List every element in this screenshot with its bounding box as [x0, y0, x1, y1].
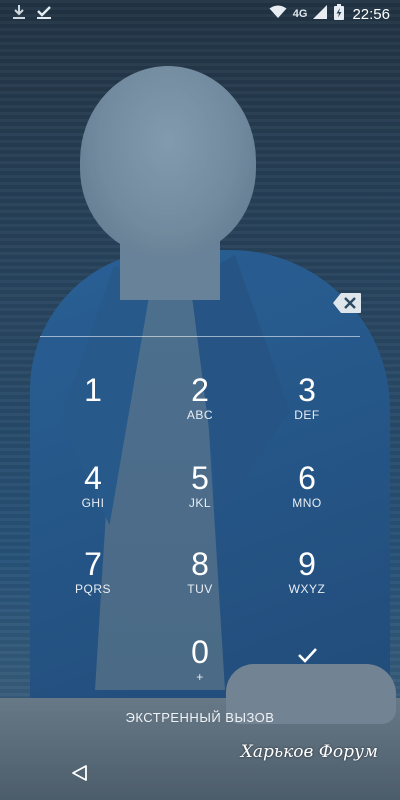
- backspace-button[interactable]: [332, 292, 362, 314]
- keypad-key-1[interactable]: 1: [43, 372, 143, 436]
- key-letters: TUV: [187, 582, 213, 596]
- wifi-icon: [269, 5, 287, 24]
- keypad-key-8[interactable]: 8 TUV: [150, 546, 250, 610]
- key-letters: +: [196, 670, 204, 684]
- lock-screen: 4G 22:56 1 2 ABC 3 DEF 4 GHI 5 JKL 6 MNO…: [0, 0, 400, 800]
- keypad-key-5[interactable]: 5 JKL: [150, 460, 250, 524]
- key-letters: PQRS: [74, 582, 111, 596]
- pin-entry-underline: [40, 336, 360, 337]
- backspace-icon: [332, 293, 362, 318]
- nav-back-button[interactable]: [70, 763, 90, 783]
- emergency-call-button[interactable]: ЭКСТРЕННЫЙ ВЫЗОВ: [0, 710, 400, 725]
- key-letters: MNO: [292, 496, 322, 510]
- checkmark-icon: [292, 648, 322, 674]
- enter-button[interactable]: [292, 640, 322, 670]
- network-type: 4G: [292, 8, 308, 20]
- key-letters: GHI: [81, 496, 105, 510]
- key-letters: ABC: [186, 408, 214, 422]
- keypad-key-2[interactable]: 2 ABC: [150, 372, 250, 436]
- keypad-key-7[interactable]: 7 PQRS: [43, 546, 143, 610]
- key-digit: 8: [191, 546, 209, 582]
- keypad-key-9[interactable]: 9 WXYZ: [257, 546, 357, 610]
- key-digit: 2: [191, 372, 209, 408]
- watermark: Харьков Форум: [240, 742, 378, 762]
- key-digit: 4: [84, 460, 102, 496]
- checkmark-icon: [36, 4, 52, 25]
- keypad-key-3[interactable]: 3 DEF: [257, 372, 357, 436]
- keypad-key-6[interactable]: 6 MNO: [257, 460, 357, 524]
- status-bar: 4G 22:56: [0, 0, 400, 28]
- key-digit: 7: [84, 546, 102, 582]
- key-digit: 1: [84, 372, 102, 408]
- battery-charging-icon: [334, 3, 345, 25]
- key-digit: 9: [298, 546, 316, 582]
- key-letters: JKL: [188, 496, 212, 510]
- clock: 22:56: [352, 5, 390, 23]
- key-digit: 6: [298, 460, 316, 496]
- status-bar-system: 4G 22:56: [269, 3, 390, 25]
- keypad-key-4[interactable]: 4 GHI: [43, 460, 143, 524]
- key-digit: 5: [191, 460, 209, 496]
- status-bar-notifications: [12, 4, 52, 25]
- back-icon: [70, 765, 90, 787]
- key-digit: 3: [298, 372, 316, 408]
- keypad-key-0[interactable]: 0 +: [150, 634, 250, 698]
- key-letters: WXYZ: [288, 582, 326, 596]
- key-letters: DEF: [294, 408, 320, 422]
- key-digit: 0: [191, 634, 209, 670]
- signal-icon: [313, 4, 328, 24]
- download-icon: [12, 4, 26, 25]
